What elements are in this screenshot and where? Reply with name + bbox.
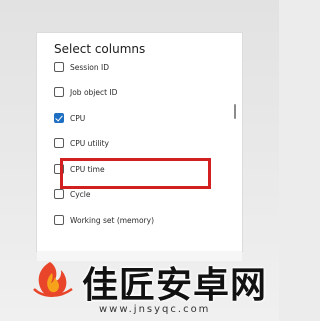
cpu-time-checkbox[interactable] <box>54 164 64 174</box>
watermark-url: www.jnsyqc.com <box>99 304 211 315</box>
scrollbar-thumb[interactable] <box>234 104 236 119</box>
cycle-label: Cycle <box>70 189 91 199</box>
cpu-checkbox[interactable] <box>54 113 64 123</box>
column-option-cpu[interactable]: CPU <box>54 110 224 126</box>
column-option-cpu-time[interactable]: CPU time <box>54 161 224 177</box>
session-id-checkbox[interactable] <box>54 62 64 72</box>
flame-logo-icon <box>33 262 73 297</box>
session-id-label: Session ID <box>70 62 109 72</box>
screenshot-page: Select columns Session ID Job object ID … <box>0 0 279 321</box>
job-object-id-label: Job object ID <box>70 87 118 97</box>
cpu-utility-checkbox[interactable] <box>54 138 64 148</box>
watermark-text: 佳匠安卓网 <box>82 265 268 306</box>
job-object-id-checkbox[interactable] <box>54 87 64 97</box>
column-option-session-id[interactable]: Session ID <box>54 59 224 75</box>
cpu-utility-label: CPU utility <box>70 138 109 148</box>
select-columns-dialog: Select columns Session ID Job object ID … <box>37 33 242 251</box>
watermark: 佳匠安卓网 www.jnsyqc.com <box>0 246 279 321</box>
column-option-cycle[interactable]: Cycle <box>54 186 224 202</box>
cycle-checkbox[interactable] <box>54 189 64 199</box>
cpu-label: CPU <box>70 113 86 123</box>
column-list: Session ID Job object ID CPU CPU utility… <box>37 59 242 251</box>
working-set-checkbox[interactable] <box>54 215 64 225</box>
column-list-scrollbar[interactable] <box>234 57 237 227</box>
column-option-working-set[interactable]: Working set (memory) <box>54 212 224 228</box>
column-option-cpu-utility[interactable]: CPU utility <box>54 135 224 151</box>
column-option-job-object-id[interactable]: Job object ID <box>54 84 224 100</box>
working-set-label: Working set (memory) <box>70 215 155 225</box>
cpu-time-label: CPU time <box>70 164 105 174</box>
dialog-title: Select columns <box>54 42 146 56</box>
